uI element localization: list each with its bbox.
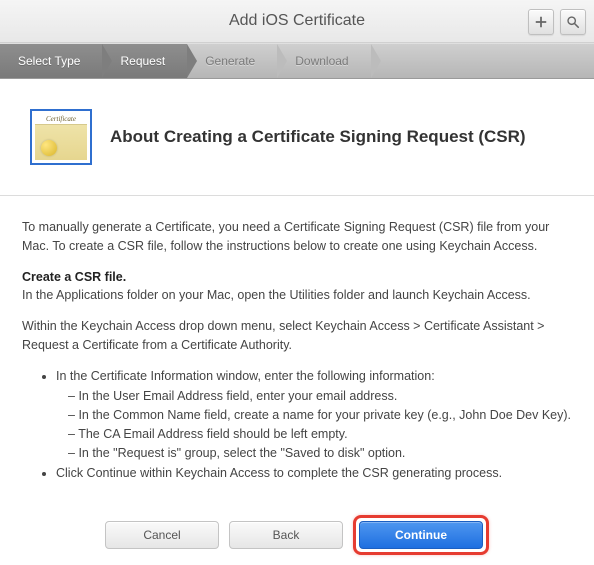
step-download: Download <box>277 44 370 78</box>
bullet-item: In the Certificate Information window, e… <box>56 367 572 463</box>
seal-icon <box>41 140 57 156</box>
certificate-icon-label: Certificate <box>35 114 87 125</box>
sub-item: In the Common Name field, create a name … <box>68 406 572 425</box>
sub-list: In the User Email Address field, enter y… <box>56 387 572 462</box>
progress-steps: Select Type Request Generate Download <box>0 43 594 79</box>
step-label: Select Type <box>18 54 80 68</box>
header-actions <box>528 9 586 35</box>
search-button[interactable] <box>560 9 586 35</box>
step-label: Generate <box>205 54 255 68</box>
bullet-text: In the Certificate Information window, e… <box>56 369 435 383</box>
step-select-type[interactable]: Select Type <box>0 44 102 78</box>
step-1-text: In the Applications folder on your Mac, … <box>22 288 531 302</box>
add-button[interactable] <box>528 9 554 35</box>
bullet-item: Click Continue within Keychain Access to… <box>56 464 572 483</box>
search-icon <box>566 15 580 29</box>
cancel-button[interactable]: Cancel <box>105 521 219 549</box>
step-2-text: Within the Keychain Access drop down men… <box>22 317 572 355</box>
step-label: Request <box>120 54 165 68</box>
bullet-list: In the Certificate Information window, e… <box>22 367 572 484</box>
step-label: Download <box>295 54 348 68</box>
intro-paragraph: To manually generate a Certificate, you … <box>22 218 572 256</box>
window-header: Add iOS Certificate <box>0 0 594 43</box>
bullet-text: Click Continue within Keychain Access to… <box>56 466 502 480</box>
back-button[interactable]: Back <box>229 521 343 549</box>
page-heading: About Creating a Certificate Signing Req… <box>110 127 526 147</box>
page-title-row: Certificate About Creating a Certificate… <box>0 79 594 173</box>
instructions: To manually generate a Certificate, you … <box>0 196 594 493</box>
window-title: Add iOS Certificate <box>229 12 365 30</box>
section-label: Create a CSR file. <box>22 270 126 284</box>
continue-highlight: Continue <box>353 515 489 555</box>
section-paragraph: Create a CSR file. In the Applications f… <box>22 268 572 306</box>
sub-item: In the "Request is" group, select the "S… <box>68 444 572 463</box>
step-request[interactable]: Request <box>102 44 187 78</box>
continue-button[interactable]: Continue <box>359 521 483 549</box>
footer-buttons: Cancel Back Continue <box>0 493 594 565</box>
plus-icon <box>534 15 548 29</box>
step-generate: Generate <box>187 44 277 78</box>
sub-item: The CA Email Address field should be lef… <box>68 425 572 444</box>
sub-item: In the User Email Address field, enter y… <box>68 387 572 406</box>
certificate-icon: Certificate <box>30 109 92 165</box>
